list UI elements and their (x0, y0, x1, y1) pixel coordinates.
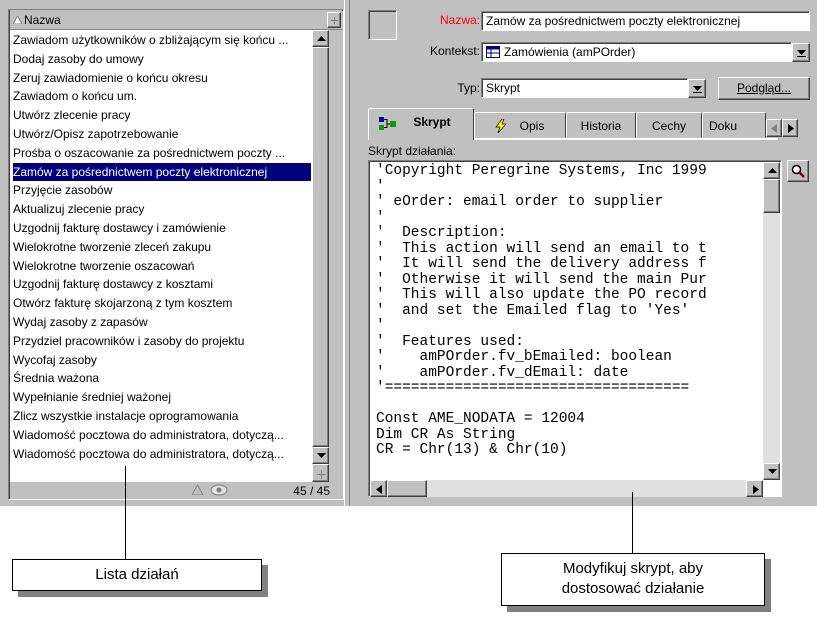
callout-connector-lines (125, 466, 633, 560)
tab-script[interactable]: Skrypt (368, 108, 474, 140)
callout-line: Modyfikuj skrypt, aby (562, 560, 704, 577)
callout-line: dostosować działanie (561, 580, 705, 597)
callout-modify-script: Modyfikuj skrypt, aby dostosować działan… (501, 553, 765, 606)
tab-label: Skrypt (413, 115, 451, 129)
callout-action-list: Lista działań (12, 559, 262, 591)
script-flow-icon (379, 117, 396, 130)
